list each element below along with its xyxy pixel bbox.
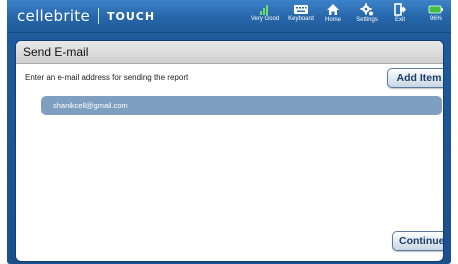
- settings-label: Settings: [356, 17, 378, 23]
- signal-label: Very Good: [250, 16, 280, 22]
- keyboard-button[interactable]: Keyboard: [286, 3, 316, 31]
- home-label: Home: [324, 17, 341, 23]
- top-bar: cellebrite TOUCH Very Good Keyboard Home…: [7, 0, 451, 33]
- send-email-panel: Send E-mail Enter an e-mail address for …: [15, 40, 444, 262]
- brand-product: TOUCH: [107, 9, 156, 23]
- keyboard-label: Keyboard: [288, 16, 314, 22]
- home-icon: [327, 4, 339, 15]
- panel-header: Send E-mail: [16, 41, 443, 64]
- keyboard-icon: [294, 5, 308, 14]
- signal-status: Very Good: [247, 3, 283, 31]
- home-button[interactable]: Home: [323, 3, 343, 31]
- exit-button[interactable]: Exit: [392, 3, 408, 31]
- brand-name: cellebrite: [17, 7, 91, 25]
- continue-button[interactable]: Continue: [392, 231, 443, 251]
- add-item-button[interactable]: Add Item: [387, 68, 443, 88]
- device-frame: cellebrite TOUCH Very Good Keyboard Home…: [7, 0, 451, 264]
- battery-label: 96%: [429, 16, 442, 22]
- signal-icon: [260, 5, 268, 15]
- battery-icon: [428, 5, 443, 14]
- exit-icon: [394, 3, 406, 16]
- gear-icon: [360, 3, 373, 16]
- email-address: shanikcell@gmail.com: [53, 101, 128, 110]
- battery-status: 96%: [426, 3, 446, 31]
- instruction-text: Enter an e-mail address for sending the …: [25, 73, 189, 82]
- email-list-item[interactable]: shanikcell@gmail.com: [41, 96, 442, 115]
- brand-separator: [98, 8, 100, 24]
- brand-logo: cellebrite TOUCH: [17, 6, 155, 26]
- settings-button[interactable]: Settings: [354, 3, 380, 31]
- page-title: Send E-mail: [23, 45, 89, 59]
- exit-label: Exit: [394, 17, 405, 23]
